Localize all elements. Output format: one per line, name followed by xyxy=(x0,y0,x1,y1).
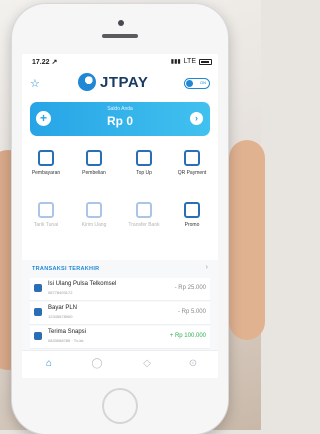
transaction-subtitle: 08778493172 xyxy=(48,290,73,295)
battery-icon xyxy=(199,58,212,65)
app-screen: 17.22 ↗ ▮▮▮ LTE ☆ JTPAY ON + Saldo Anda … xyxy=(22,54,218,378)
service-menu: Pembayaran Pembelian Top Up QR Payment T… xyxy=(22,146,218,250)
toggle-label: ON xyxy=(200,80,206,85)
menu-item-kirim-uang[interactable]: Kirim Uang xyxy=(70,198,118,242)
payment-icon xyxy=(38,150,54,166)
bank-icon xyxy=(136,202,152,218)
transaction-row[interactable]: Terima Snapsi 0833068785 · Tv-kk + Rp 10… xyxy=(30,326,210,349)
balance-value: Rp 0 xyxy=(106,114,133,128)
menu-item-pembayaran[interactable]: Pembayaran xyxy=(22,146,70,190)
status-bar: 17.22 ↗ ▮▮▮ LTE xyxy=(22,54,218,68)
star-icon[interactable]: ☆ xyxy=(30,77,40,90)
mode-toggle[interactable]: ON xyxy=(184,78,210,89)
wallet-icon xyxy=(136,150,152,166)
balance-card[interactable]: + Saldo Anda Rp 0 › xyxy=(30,102,210,136)
qr-icon xyxy=(184,150,200,166)
electricity-icon xyxy=(34,308,42,316)
brand-logo: JTPAY xyxy=(78,73,148,91)
menu-label: Kirim Uang xyxy=(81,222,107,228)
promo-icon xyxy=(184,202,200,218)
menu-item-tarik-tunai[interactable]: Tarik Tunai xyxy=(22,198,70,242)
menu-label: QR Payment xyxy=(177,170,207,176)
send-money-icon xyxy=(86,202,102,218)
phone-credit-icon xyxy=(34,284,42,292)
purchase-icon xyxy=(86,150,102,166)
menu-item-qr-payment[interactable]: QR Payment xyxy=(168,146,216,190)
toggle-knob xyxy=(186,80,193,87)
menu-item-pembelian[interactable]: Pembelian xyxy=(70,146,118,190)
see-all-chevron-icon[interactable]: › xyxy=(206,264,208,271)
transaction-title: Isi Ulang Pulsa Telkomsel xyxy=(48,281,117,287)
transaction-amount: - Rp 5.000 xyxy=(177,309,206,315)
menu-item-promo[interactable]: Promo xyxy=(168,198,216,242)
app-header: ☆ JTPAY ON xyxy=(22,70,218,98)
menu-label: Tarik Tunai xyxy=(33,222,59,228)
status-indicators: ▮▮▮ LTE xyxy=(171,58,212,65)
transaction-row[interactable]: Isi Ulang Pulsa Telkomsel 08778493172 - … xyxy=(30,278,210,301)
balance-label: Saldo Anda xyxy=(107,106,133,112)
menu-label: Top Up xyxy=(136,170,152,176)
network-label: LTE xyxy=(183,58,196,65)
menu-item-transfer-bank[interactable]: Transfer Bank xyxy=(120,198,168,242)
incoming-money-icon xyxy=(34,332,42,340)
transaction-title: Bayar PLN xyxy=(48,305,78,311)
menu-row-2: Tarik Tunai Kirim Uang Transfer Bank Pro… xyxy=(22,198,218,250)
transaction-subtitle: 0833068785 · Tv-kk xyxy=(48,338,84,343)
settings-icon[interactable]: ⊙ xyxy=(186,357,200,371)
front-camera xyxy=(118,20,124,26)
cash-icon xyxy=(38,202,54,218)
earpiece-speaker xyxy=(102,34,138,38)
menu-label: Pembelian xyxy=(82,170,106,176)
tag-icon[interactable]: ◇ xyxy=(140,357,154,371)
logo-mark-icon xyxy=(78,73,96,91)
transaction-amount: + Rp 100.000 xyxy=(169,333,206,339)
menu-row-1: Pembayaran Pembelian Top Up QR Payment xyxy=(22,146,218,198)
transaction-title: Terima Snapsi xyxy=(48,329,87,335)
transaction-row[interactable]: Bayar PLN 12345678900 - Rp 5.000 xyxy=(30,302,210,325)
transaction-subtitle: 12345678900 xyxy=(48,314,73,319)
status-time: 17.22 ↗ xyxy=(32,59,58,66)
menu-item-top-up[interactable]: Top Up xyxy=(120,146,168,190)
balance-detail-button[interactable]: › xyxy=(190,112,203,125)
menu-label: Promo xyxy=(184,222,200,228)
menu-label: Pembayaran xyxy=(31,170,61,176)
brand-name: JTPAY xyxy=(100,73,149,91)
signal-icon: ▮▮▮ xyxy=(170,59,181,65)
transaction-amount: - Rp 25.000 xyxy=(174,285,206,291)
section-title: TRANSAKSI TERAKHIR xyxy=(32,266,100,272)
profile-icon[interactable]: ◯ xyxy=(90,357,104,371)
menu-label: Transfer Bank xyxy=(128,222,160,228)
phone-frame: 17.22 ↗ ▮▮▮ LTE ☆ JTPAY ON + Saldo Anda … xyxy=(12,4,228,434)
bottom-nav: ⌂ ◯ ◇ ⊙ xyxy=(22,350,218,378)
hand-right xyxy=(229,140,265,340)
home-button[interactable] xyxy=(102,388,138,424)
home-icon[interactable]: ⌂ xyxy=(42,357,56,371)
